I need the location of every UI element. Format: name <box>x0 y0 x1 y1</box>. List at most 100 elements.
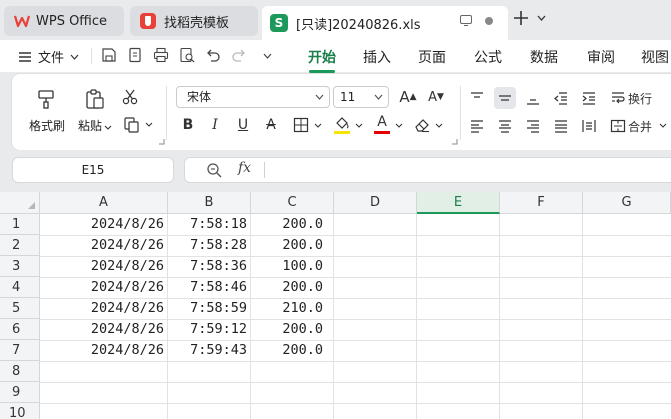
file-menu-button[interactable]: 文件 <box>18 47 79 66</box>
cell-b5[interactable]: 7:58:59 <box>168 298 251 319</box>
cell-b7[interactable]: 7:59:43 <box>168 340 251 361</box>
tab-home[interactable]: 开始 <box>308 47 336 67</box>
format-painter-icon[interactable] <box>34 86 60 112</box>
tab-view[interactable]: 视图 <box>641 47 669 67</box>
save-icon[interactable] <box>101 47 117 63</box>
select-all-corner[interactable] <box>0 192 40 214</box>
font-name-select[interactable]: 宋体 <box>176 86 330 108</box>
cell-a6[interactable]: 2024/8/26 <box>40 319 168 340</box>
cell-c4[interactable]: 200.0 <box>251 277 327 298</box>
clear-format-eraser-icon[interactable] <box>412 115 432 135</box>
font-expand-icon[interactable] <box>450 137 458 145</box>
undo-icon[interactable] <box>205 47 221 63</box>
tab-unsaved-dot-icon[interactable] <box>484 15 494 29</box>
merge-cells-icon[interactable] <box>609 116 627 136</box>
column-header-g[interactable]: G <box>583 192 671 214</box>
export-pdf-icon[interactable] <box>127 47 143 63</box>
new-tab-plus-icon[interactable] <box>512 9 530 30</box>
align-middle-icon[interactable] <box>495 88 515 108</box>
wrap-text-label[interactable]: 换行 <box>628 89 652 107</box>
column-header-c[interactable]: C <box>251 192 334 214</box>
italic-button[interactable]: I <box>206 115 224 135</box>
new-tab-chevron-down-icon[interactable] <box>537 13 546 24</box>
row-header-9[interactable]: 9 <box>0 382 40 403</box>
fill-color-chevron-down-icon[interactable] <box>354 121 363 129</box>
quick-access-chevron-down-icon[interactable] <box>259 47 275 63</box>
row-header-4[interactable]: 4 <box>0 277 40 298</box>
cell-a7[interactable]: 2024/8/26 <box>40 340 168 361</box>
paste-label[interactable]: 粘贴 <box>78 117 102 134</box>
row-header-1[interactable]: 1 <box>0 214 40 235</box>
tab-insert[interactable]: 插入 <box>363 47 391 67</box>
align-left-icon[interactable] <box>467 116 487 136</box>
tab-spreadsheet-file[interactable]: S [只读]20240826.xls <box>262 6 508 40</box>
border-chevron-down-icon[interactable] <box>313 121 322 129</box>
format-painter-label[interactable]: 格式刷 <box>29 117 65 134</box>
redo-icon[interactable] <box>231 47 247 63</box>
row-header-5[interactable]: 5 <box>0 298 40 319</box>
formula-input[interactable] <box>184 157 671 183</box>
tab-wps-office[interactable]: WPS Office <box>4 6 124 36</box>
align-center-icon[interactable] <box>495 116 515 136</box>
merge-chevron-down-icon[interactable] <box>658 121 667 129</box>
clipboard-expand-icon[interactable] <box>157 137 165 145</box>
tab-page[interactable]: 页面 <box>418 47 446 67</box>
row-header-8[interactable]: 8 <box>0 361 40 382</box>
font-size-select[interactable]: 11 <box>333 86 389 108</box>
print-icon[interactable] <box>153 47 169 63</box>
shrink-font-button[interactable]: A ▼ <box>426 87 446 107</box>
cell-c6[interactable]: 200.0 <box>251 319 327 340</box>
cell-a1[interactable]: 2024/8/26 <box>40 214 168 235</box>
cell-a5[interactable]: 2024/8/26 <box>40 298 168 319</box>
cell-a3[interactable]: 2024/8/26 <box>40 256 168 277</box>
cell-b4[interactable]: 7:58:46 <box>168 277 251 298</box>
copy-chevron-down-icon[interactable] <box>144 119 154 129</box>
cell-c7[interactable]: 200.0 <box>251 340 327 361</box>
tab-window-icon[interactable] <box>460 15 472 29</box>
align-bottom-icon[interactable] <box>523 88 543 108</box>
cell-c3[interactable]: 100.0 <box>251 256 327 277</box>
column-header-a[interactable]: A <box>40 192 168 214</box>
row-header-3[interactable]: 3 <box>0 256 40 277</box>
cut-scissors-icon[interactable] <box>120 87 140 107</box>
cell-a2[interactable]: 2024/8/26 <box>40 235 168 256</box>
cell-b3[interactable]: 7:58:36 <box>168 256 251 277</box>
merge-cells-label[interactable]: 合并 <box>628 117 652 135</box>
paste-chevron-down-icon[interactable] <box>104 119 112 133</box>
increase-indent-icon[interactable] <box>579 88 599 108</box>
cell-c2[interactable]: 200.0 <box>251 235 327 256</box>
tab-daoke-templates[interactable]: 找稻壳模板 <box>130 6 258 36</box>
column-header-f[interactable]: F <box>500 192 583 214</box>
cell-a4[interactable]: 2024/8/26 <box>40 277 168 298</box>
strikethrough-button[interactable]: A <box>262 115 280 135</box>
row-header-10[interactable]: 10 <box>0 403 40 419</box>
cell-b2[interactable]: 7:58:28 <box>168 235 251 256</box>
copy-icon[interactable] <box>122 115 142 135</box>
zoom-formula-icon[interactable] <box>206 162 222 182</box>
clear-format-chevron-down-icon[interactable] <box>434 121 443 129</box>
name-box[interactable]: E15 <box>12 157 174 183</box>
justify-icon[interactable] <box>551 116 571 136</box>
paste-icon[interactable] <box>82 86 108 112</box>
row-header-2[interactable]: 2 <box>0 235 40 256</box>
cell-c5[interactable]: 210.0 <box>251 298 327 319</box>
insert-function-fx-icon[interactable]: fx <box>238 160 251 176</box>
border-grid-icon[interactable] <box>292 116 310 134</box>
tab-formula[interactable]: 公式 <box>474 47 502 67</box>
grow-font-button[interactable]: A ▲ <box>398 87 418 107</box>
underline-button[interactable]: U <box>234 115 252 135</box>
column-header-d[interactable]: D <box>334 192 417 214</box>
print-preview-icon[interactable] <box>179 47 195 63</box>
tab-data[interactable]: 数据 <box>530 47 558 67</box>
align-right-icon[interactable] <box>523 116 543 136</box>
tab-review[interactable]: 审阅 <box>587 47 615 67</box>
font-color-button[interactable]: A <box>373 113 391 131</box>
cell-b1[interactable]: 7:58:18 <box>168 214 251 235</box>
font-color-chevron-down-icon[interactable] <box>394 121 403 129</box>
row-header-6[interactable]: 6 <box>0 319 40 340</box>
decrease-indent-icon[interactable] <box>551 88 571 108</box>
align-top-icon[interactable] <box>467 88 487 108</box>
row-header-7[interactable]: 7 <box>0 340 40 361</box>
distributed-align-icon[interactable] <box>579 116 599 136</box>
cell-b6[interactable]: 7:59:12 <box>168 319 251 340</box>
